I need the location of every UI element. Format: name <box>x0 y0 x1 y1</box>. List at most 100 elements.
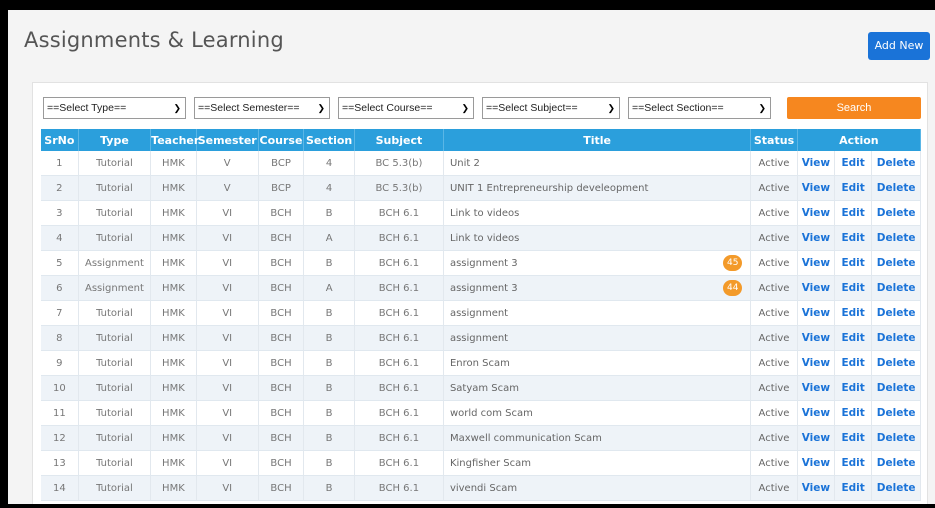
table-row: 13 Tutorial HMK VI BCH B BCH 6.1 Kingfisher Sca… <box>41 450 921 476</box>
cell-course: BCH <box>258 200 305 226</box>
view-link[interactable]: View <box>802 457 830 469</box>
view-link[interactable]: View <box>802 407 830 419</box>
cell-action-delete: Delete <box>871 400 921 426</box>
delete-link[interactable]: Delete <box>877 432 916 444</box>
view-link[interactable]: View <box>802 182 830 194</box>
cell-status: Active <box>750 400 798 426</box>
edit-link[interactable]: Edit <box>841 157 864 169</box>
edit-link[interactable]: Edit <box>841 382 864 394</box>
view-link[interactable]: View <box>802 332 830 344</box>
column-header-status: Status <box>750 129 798 151</box>
delete-link[interactable]: Delete <box>877 157 916 169</box>
column-header-course: Course <box>258 129 305 151</box>
view-link[interactable]: View <box>802 307 830 319</box>
cell-type: Tutorial <box>78 225 152 251</box>
cell-subject: BCH 6.1 <box>354 450 444 476</box>
view-link[interactable]: View <box>802 232 830 244</box>
cell-action-delete: Delete <box>871 350 921 376</box>
cell-subject: BCH 6.1 <box>354 275 444 301</box>
cell-status: Active <box>750 375 798 401</box>
cell-action-edit: Edit <box>834 350 873 376</box>
view-link[interactable]: View <box>802 207 830 219</box>
view-link[interactable]: View <box>802 257 830 269</box>
cell-action-edit: Edit <box>834 225 873 251</box>
delete-link[interactable]: Delete <box>877 207 916 219</box>
delete-link[interactable]: Delete <box>877 382 916 394</box>
cell-type: Tutorial <box>78 400 152 426</box>
delete-link[interactable]: Delete <box>877 457 916 469</box>
edit-link[interactable]: Edit <box>841 257 864 269</box>
cell-action-view: View <box>797 275 836 301</box>
view-link[interactable]: View <box>802 357 830 369</box>
cell-teacher: HMK <box>150 300 197 326</box>
semester-select[interactable]: ==Select Semester== ❯ <box>194 97 330 119</box>
delete-link[interactable]: Delete <box>877 282 916 294</box>
cell-action-view: View <box>797 375 836 401</box>
column-header-title: Title <box>443 129 752 151</box>
cell-action-delete: Delete <box>871 325 921 351</box>
view-link[interactable]: View <box>802 282 830 294</box>
edit-link[interactable]: Edit <box>841 282 864 294</box>
cell-section: B <box>303 425 355 451</box>
edit-link[interactable]: Edit <box>841 207 864 219</box>
edit-link[interactable]: Edit <box>841 482 864 494</box>
count-badge: 44 <box>723 280 743 296</box>
delete-link[interactable]: Delete <box>877 182 916 194</box>
count-badge: 45 <box>723 255 743 271</box>
delete-link[interactable]: Delete <box>877 482 916 494</box>
cell-action-view: View <box>797 175 836 201</box>
cell-section: B <box>303 300 355 326</box>
view-link[interactable]: View <box>802 382 830 394</box>
cell-status: Active <box>750 200 798 226</box>
cell-semester: VI <box>196 325 259 351</box>
cell-teacher: HMK <box>150 450 197 476</box>
cell-action-view: View <box>797 200 836 226</box>
cell-type: Tutorial <box>78 425 152 451</box>
edit-link[interactable]: Edit <box>841 332 864 344</box>
view-link[interactable]: View <box>802 157 830 169</box>
edit-link[interactable]: Edit <box>841 182 864 194</box>
cell-section: A <box>303 225 355 251</box>
cell-subject: BCH 6.1 <box>354 225 444 251</box>
title-text: Unit 2 <box>449 157 480 169</box>
table-row: 9 Tutorial HMK VI BCH B BCH 6.1 Enron Scam Activ… <box>41 350 921 376</box>
section-select[interactable]: ==Select Section== ❯ <box>628 97 771 119</box>
view-link[interactable]: View <box>802 482 830 494</box>
cell-type: Tutorial <box>78 375 152 401</box>
table-row: 7 Tutorial HMK VI BCH B BCH 6.1 assignment Activ… <box>41 300 921 326</box>
title-text: assignment 3 <box>449 282 518 294</box>
cell-teacher: HMK <box>150 350 197 376</box>
edit-link[interactable]: Edit <box>841 357 864 369</box>
cell-semester: VI <box>196 450 259 476</box>
cell-action-edit: Edit <box>834 151 873 176</box>
cell-action-delete: Delete <box>871 450 921 476</box>
cell-action-view: View <box>797 450 836 476</box>
subject-select[interactable]: ==Select Subject== ❯ <box>482 97 620 119</box>
delete-link[interactable]: Delete <box>877 307 916 319</box>
edit-link[interactable]: Edit <box>841 232 864 244</box>
edit-link[interactable]: Edit <box>841 432 864 444</box>
type-select[interactable]: ==Select Type== ❯ <box>43 97 186 119</box>
delete-link[interactable]: Delete <box>877 407 916 419</box>
delete-link[interactable]: Delete <box>877 357 916 369</box>
search-button[interactable]: Search <box>787 97 921 119</box>
title-text: assignment <box>449 332 509 344</box>
delete-link[interactable]: Delete <box>877 257 916 269</box>
table-header-row: SrNo Type Teacher Semester Course Sectio… <box>41 129 922 151</box>
cell-action-edit: Edit <box>834 425 873 451</box>
cell-semester: VI <box>196 400 259 426</box>
cell-title: Link to videos <box>443 200 752 226</box>
course-select[interactable]: ==Select Course== ❯ <box>338 97 474 119</box>
delete-link[interactable]: Delete <box>877 332 916 344</box>
cell-teacher: HMK <box>150 250 197 276</box>
cell-section: 4 <box>303 151 355 176</box>
view-link[interactable]: View <box>802 432 830 444</box>
delete-link[interactable]: Delete <box>877 232 916 244</box>
edit-link[interactable]: Edit <box>841 457 864 469</box>
edit-link[interactable]: Edit <box>841 307 864 319</box>
cell-action-edit: Edit <box>834 475 873 501</box>
add-new-button[interactable]: Add New <box>868 32 930 60</box>
cell-action-delete: Delete <box>871 225 921 251</box>
cell-srno: 10 <box>41 375 79 401</box>
edit-link[interactable]: Edit <box>841 407 864 419</box>
